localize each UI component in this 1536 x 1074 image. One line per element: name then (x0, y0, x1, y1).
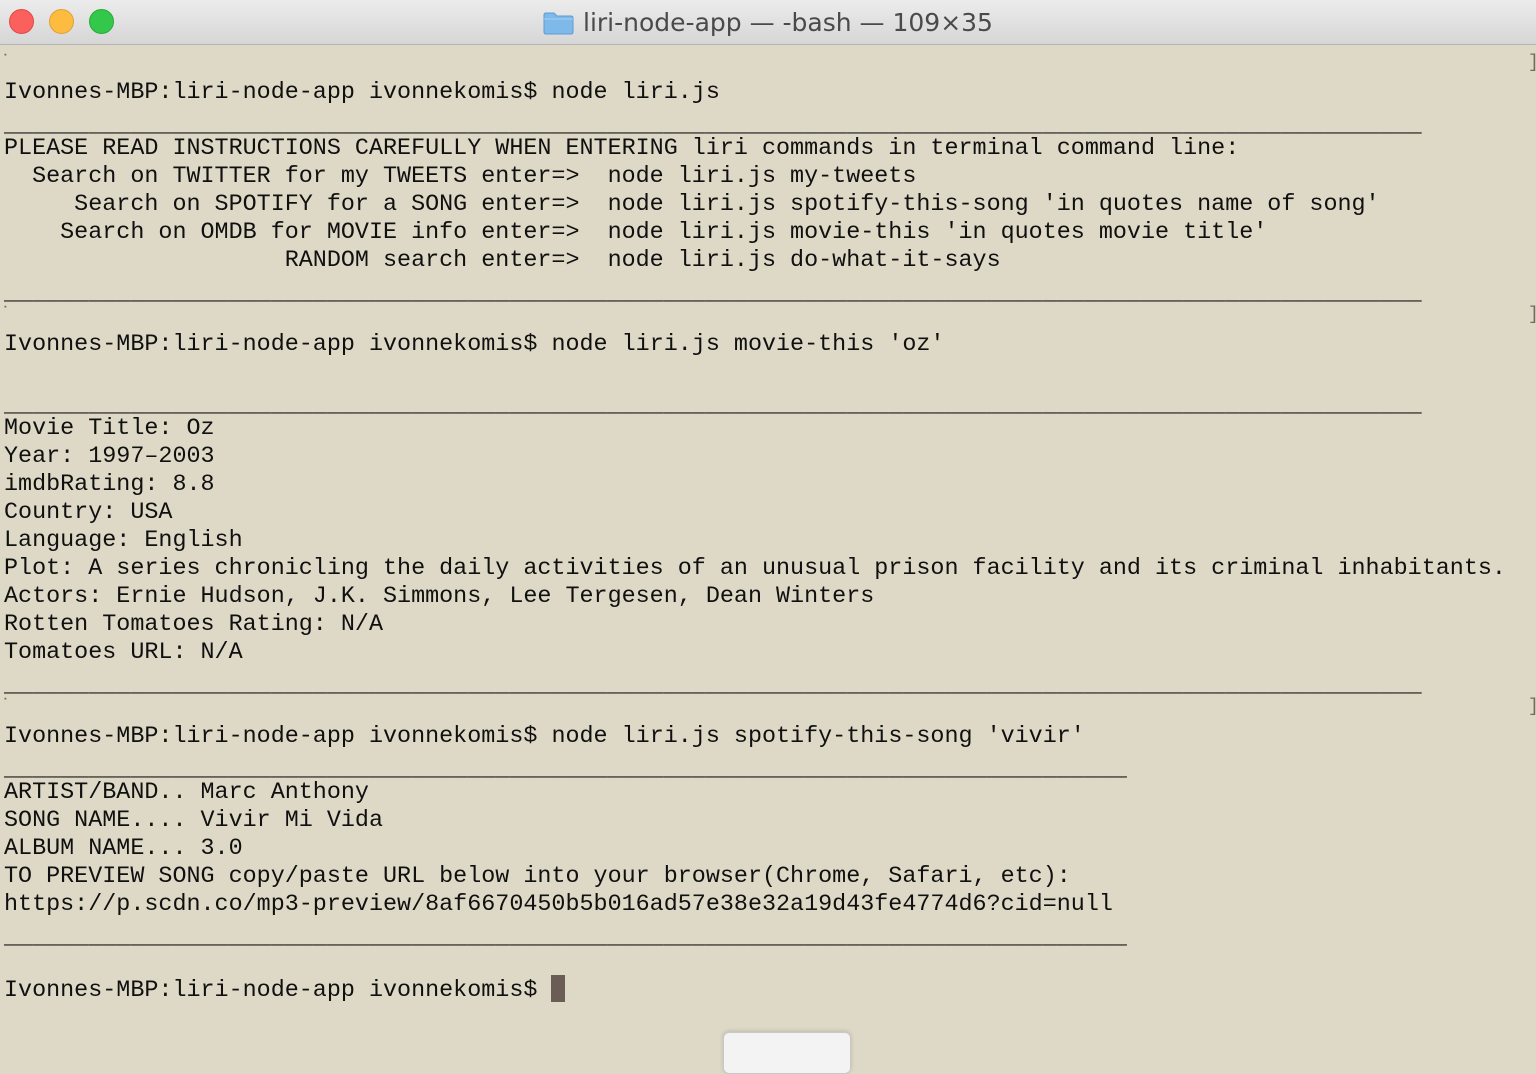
output-line: Plot: A series chronicling the daily act… (4, 556, 1506, 582)
prompt-line: Ivonnes-MBP:liri-node-app ivonnekomis$ n… (4, 724, 1085, 750)
output-line: PLEASE READ INSTRUCTIONS CAREFULLY WHEN … (4, 136, 1240, 162)
output-line: Language: English (4, 528, 243, 554)
scroll-mark-right-2: ] (1528, 305, 1536, 325)
output-line: Search on SPOTIFY for a SONG enter=> nod… (4, 192, 1380, 218)
separator-line: ________________________________________… (4, 281, 1422, 307)
separator-line: ________________________________________… (4, 673, 1422, 699)
output-line: TO PREVIEW SONG copy/paste URL below int… (4, 864, 1071, 890)
text-cursor (551, 975, 566, 1002)
separator-line: ________________________________________… (4, 925, 1127, 951)
output-line: Movie Title: Oz (4, 416, 215, 442)
window-title-group: liri-node-app — -bash — 109×35 (0, 0, 1536, 45)
output-line: Rotten Tomatoes Rating: N/A (4, 612, 383, 638)
output-line: imdbRating: 8.8 (4, 472, 215, 498)
scroll-mark-left-1: ˙ (0, 53, 11, 73)
separator-line: ________________________________________… (4, 393, 1422, 419)
output-line: Year: 1997–2003 (4, 444, 215, 470)
output-line: Tomatoes URL: N/A (4, 640, 243, 666)
output-line: SONG NAME.... Vivir Mi Vida (4, 808, 383, 834)
window-title: liri-node-app — -bash — 109×35 (583, 8, 993, 37)
prompt-line: Ivonnes-MBP:liri-node-app ivonnekomis$ n… (4, 80, 720, 106)
title-bar: liri-node-app — -bash — 109×35 (0, 0, 1536, 45)
output-line: Actors: Ernie Hudson, J.K. Simmons, Lee … (4, 584, 875, 610)
dock-popup[interactable] (723, 1032, 851, 1074)
scroll-mark-right-1: ] (1528, 53, 1536, 73)
prompt-line: Ivonnes-MBP:liri-node-app ivonnekomis$ n… (4, 332, 945, 358)
prompt-line: Ivonnes-MBP:liri-node-app ivonnekomis$ (4, 975, 566, 1004)
output-line: Search on TWITTER for my TWEETS enter=> … (4, 164, 917, 190)
output-line: Country: USA (4, 500, 173, 526)
scroll-mark-left-3: ˙ (0, 697, 11, 717)
terminal-output[interactable]: ˙ ] ˙ ] ˙ ] Ivonnes-MBP:liri-node-app iv… (0, 45, 1536, 1052)
output-line: Search on OMDB for MOVIE info enter=> no… (4, 220, 1268, 246)
output-line: ALBUM NAME... 3.0 (4, 836, 243, 862)
output-line: RANDOM search enter=> node liri.js do-wh… (4, 248, 1001, 274)
folder-icon (543, 12, 574, 34)
scroll-mark-left-2: ˙ (0, 305, 11, 325)
output-line: https://p.scdn.co/mp3-preview/8af6670450… (4, 892, 1113, 918)
scroll-mark-right-3: ] (1528, 697, 1536, 717)
output-line: ARTIST/BAND.. Marc Anthony (4, 780, 369, 806)
